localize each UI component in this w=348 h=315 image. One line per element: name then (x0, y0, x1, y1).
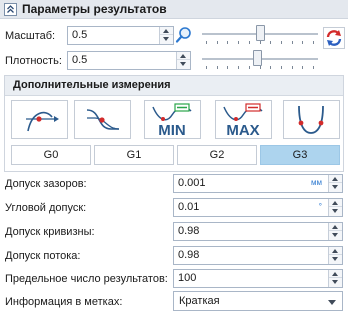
collapse-button[interactable] (4, 3, 17, 16)
density-slider-thumb[interactable] (253, 50, 262, 66)
gap-tolerance-increment-button[interactable] (329, 175, 342, 183)
slider-tick (302, 41, 303, 44)
curve-tangent-icon (26, 111, 59, 132)
density-label: Плотность: (5, 55, 62, 67)
scale-decrement-button[interactable] (160, 35, 173, 43)
panel-header: Параметры результатов (0, 0, 348, 19)
continuity-g0-button[interactable]: G0 (11, 145, 91, 165)
scale-slider[interactable] (202, 24, 318, 44)
zoom-button[interactable] (175, 25, 193, 45)
slider-tick (227, 66, 228, 69)
curve-curvature-icon (86, 109, 120, 130)
extra-measurements-section: Дополнительные измерения MIN MAX G0 G1 G… (4, 75, 344, 172)
extra-measurements-header: Дополнительные измерения (5, 76, 343, 96)
curvature-tolerance-value: 0.98 (178, 225, 200, 237)
max-results-increment-button[interactable] (329, 270, 342, 278)
density-value: 0.5 (72, 54, 88, 66)
curvature-tolerance-decrement-button[interactable] (329, 231, 342, 239)
gap-tolerance-value: 0.001 (178, 177, 206, 189)
slider-tick (206, 41, 207, 44)
slider-tick (292, 41, 293, 44)
slider-tick (260, 66, 261, 69)
tangent-measure-button[interactable] (11, 100, 68, 139)
label-info-select[interactable]: Краткая (173, 291, 343, 311)
flow-tolerance-value: 0.98 (178, 249, 200, 261)
slider-tick (238, 41, 239, 44)
slider-tick (238, 66, 239, 69)
curvature-tolerance-label: Допуск кривизны: (5, 226, 95, 238)
slider-tick (206, 66, 207, 69)
angle-tolerance-unit: ° (318, 202, 322, 211)
gap-tolerance-unit: мм (311, 178, 322, 187)
slider-tick (313, 66, 314, 69)
min-distance-icon: MIN (152, 103, 192, 138)
label-info-label: Информация в метках: (5, 296, 123, 308)
refresh-icon (326, 30, 342, 46)
chevron-up-icon (7, 5, 14, 13)
flow-tolerance-decrement-button[interactable] (329, 255, 342, 263)
slider-tick (217, 66, 218, 69)
slider-tick (217, 41, 218, 44)
angle-tolerance-decrement-button[interactable] (329, 207, 342, 215)
density-increment-button[interactable] (177, 52, 190, 60)
max-distance-icon: MAX (223, 103, 263, 138)
max-results-label: Предельное число результатов: (5, 273, 168, 285)
max-results-input[interactable]: 100 (173, 269, 343, 288)
flow-tolerance-label: Допуск потока: (5, 250, 81, 262)
gap-tolerance-decrement-button[interactable] (329, 183, 342, 191)
continuity-g1-button[interactable]: G1 (94, 145, 174, 165)
max-distance-button[interactable]: MAX (215, 100, 272, 139)
flow-tolerance-input[interactable]: 0.98 (173, 246, 343, 265)
continuity-g2-button[interactable]: G2 (177, 145, 257, 165)
curvature-tolerance-increment-button[interactable] (329, 223, 342, 231)
density-slider[interactable] (202, 49, 318, 69)
max-results-value: 100 (178, 272, 197, 284)
gap-tolerance-input[interactable]: 0.001 мм (173, 174, 343, 193)
extra-measurements-title: Дополнительные измерения (13, 79, 171, 91)
slider-tick (281, 41, 282, 44)
slider-tick (313, 41, 314, 44)
scale-slider-thumb[interactable] (256, 25, 265, 41)
chevron-down-icon[interactable] (328, 300, 336, 305)
scale-label: Масштаб: (5, 30, 56, 42)
slider-tick (302, 66, 303, 69)
continuity-g3-button[interactable]: G3 (260, 145, 340, 165)
angle-tolerance-input[interactable]: 0.01 ° (173, 198, 343, 217)
curvature-comb-icon (298, 105, 324, 134)
slider-tick (281, 66, 282, 69)
density-input[interactable]: 0.5 (67, 51, 191, 70)
scale-value: 0.5 (72, 29, 88, 41)
panel-title: Параметры результатов (22, 2, 167, 16)
angle-tolerance-value: 0.01 (178, 201, 200, 213)
min-label: MIN (158, 122, 186, 138)
slider-tick (227, 41, 228, 44)
slider-tick (249, 66, 250, 69)
slider-tick (270, 66, 271, 69)
refresh-button[interactable] (323, 27, 345, 49)
curvature-tolerance-input[interactable]: 0.98 (173, 222, 343, 241)
label-info-value: Краткая (179, 295, 220, 307)
scale-increment-button[interactable] (160, 27, 173, 35)
angle-tolerance-label: Угловой допуск: (5, 202, 87, 214)
flow-tolerance-increment-button[interactable] (329, 247, 342, 255)
gap-tolerance-label: Допуск зазоров: (5, 178, 87, 190)
curvature-comb-button[interactable] (283, 100, 340, 139)
curvature-measure-button[interactable] (74, 100, 131, 139)
magnifier-icon (175, 27, 191, 43)
slider-tick (249, 41, 250, 44)
angle-tolerance-increment-button[interactable] (329, 199, 342, 207)
slider-tick (270, 41, 271, 44)
slider-tick (260, 41, 261, 44)
slider-tick (292, 66, 293, 69)
max-results-decrement-button[interactable] (329, 278, 342, 286)
density-decrement-button[interactable] (177, 60, 190, 68)
max-label: MAX (226, 122, 259, 138)
min-distance-button[interactable]: MIN (144, 100, 201, 139)
scale-input[interactable]: 0.5 (67, 26, 174, 45)
